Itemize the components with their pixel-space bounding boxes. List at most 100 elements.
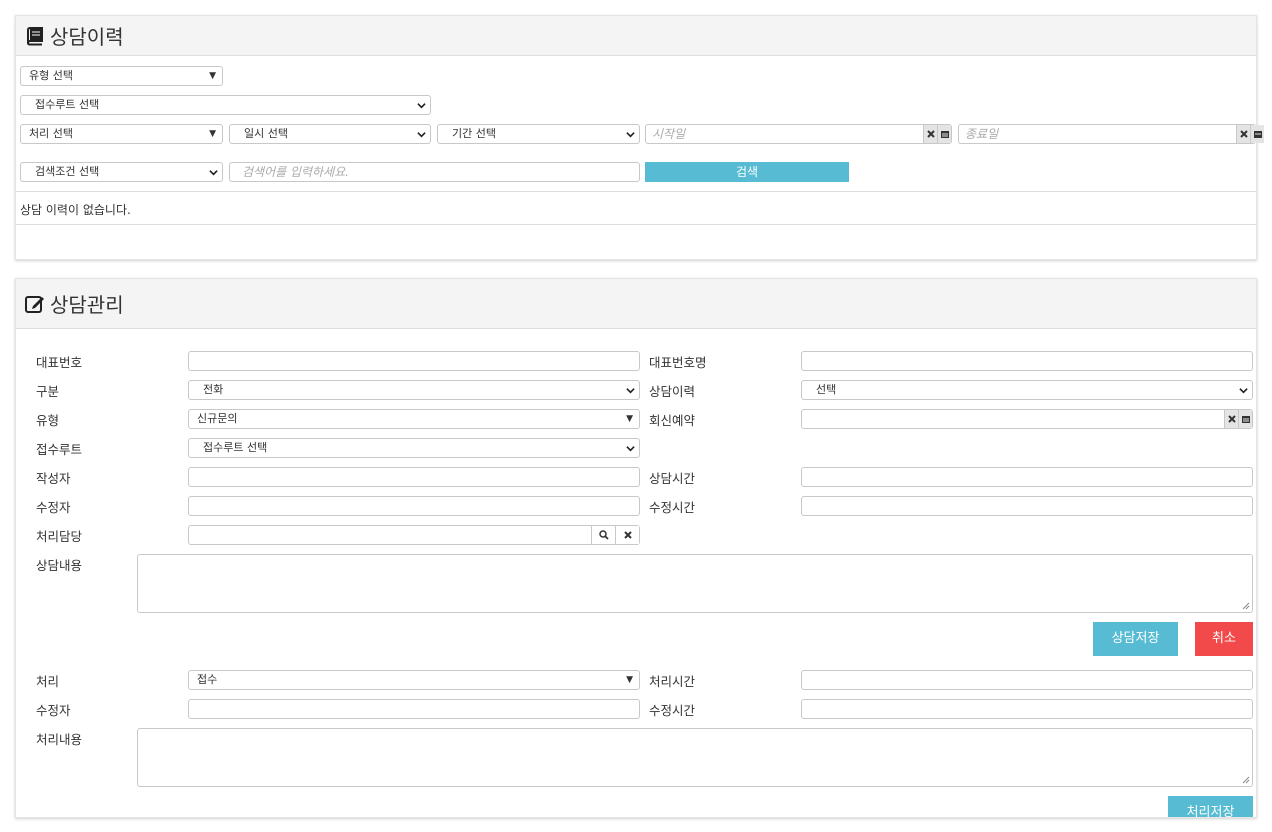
cancel-label: 취소 [1212,631,1236,646]
content-textarea[interactable] [137,554,1253,613]
content-label: 상담내용 [36,558,83,573]
history-label: 상담이력 [649,384,696,399]
start-date-input[interactable]: 시작일 [645,124,952,144]
consult-time-input[interactable] [801,467,1253,487]
route-manage-select[interactable]: 접수루트 선택 [188,438,640,458]
manage-title: 상담관리 [50,293,124,317]
handler-search-button[interactable] [591,526,615,544]
caret-down-icon: ▼ [209,71,216,81]
empty-history-message: 상담 이력이 없습니다. [20,203,131,217]
history-select-value: 선택 [816,383,837,396]
calendar-icon [1241,416,1250,423]
end-date-placeholder: 종료일 [965,127,999,141]
end-calendar-button[interactable] [1250,125,1264,143]
close-icon [1227,415,1236,423]
close-icon [623,531,632,539]
consult-time-label: 상담시간 [649,471,696,486]
category-label: 구분 [36,384,60,399]
clear-end-date-button[interactable] [1236,125,1250,143]
divider [16,191,1256,192]
process-time-input[interactable] [801,670,1253,690]
period-select[interactable]: 기간 선택 [437,124,640,144]
datetime-select-value: 일시 선택 [244,127,288,140]
divider [16,224,1256,225]
category-select[interactable]: 전화 [188,380,640,400]
edit-icon [24,293,46,315]
calendar-icon [1253,131,1262,138]
process-select-value: 처리 선택 [29,127,73,140]
process-manage-select[interactable]: 접수 ▼ [188,670,640,690]
process-edit-time-input[interactable] [801,699,1253,719]
chevron-down-icon [417,132,426,138]
resize-grip-icon [1242,602,1250,610]
chevron-down-icon [417,103,426,109]
history-select[interactable]: 선택 [801,380,1253,400]
route-select-value: 접수루트 선택 [35,98,100,111]
chevron-down-icon [626,388,635,394]
search-icon [598,530,609,540]
chevron-down-icon [626,132,635,138]
datetime-select[interactable]: 일시 선택 [229,124,431,144]
route-label: 접수루트 [36,442,83,457]
callback-label: 회신예약 [649,413,696,428]
category-select-value: 전화 [203,383,224,396]
manage-panel-header: 상담관리 [16,279,1256,329]
process-manage-select-value: 접수 [197,673,218,686]
process-editor-input[interactable] [188,699,640,719]
handler-input[interactable] [188,525,640,545]
history-panel-header: 상담이력 [16,16,1256,56]
search-placeholder: 검색어를 입력하세요. [242,165,349,179]
route-manage-select-value: 접수루트 선택 [203,441,268,454]
end-date-input[interactable]: 종료일 [958,124,1264,144]
type-manage-select[interactable]: 신규문의 ▼ [188,409,640,429]
rep-number-input[interactable] [188,351,640,371]
close-icon [1239,130,1248,138]
type-select[interactable]: 유형 선택 ▼ [20,66,223,86]
cancel-button[interactable]: 취소 [1195,622,1253,656]
process-edit-time-label: 수정시간 [649,703,696,718]
editor-input[interactable] [188,496,640,516]
start-calendar-button[interactable] [937,125,951,143]
type-select-value: 유형 선택 [29,69,73,82]
callback-input[interactable] [801,409,1253,429]
handler-clear-button[interactable] [615,526,639,544]
close-icon [926,130,935,138]
editor-label: 수정자 [36,500,71,515]
history-panel: 상담이력 유형 선택 ▼ 접수루트 선택 처리 선택 ▼ 일시 선택 기간 선택… [15,15,1264,260]
edit-time-input[interactable] [801,496,1253,516]
process-editor-label: 수정자 [36,703,71,718]
process-time-label: 처리시간 [649,674,696,689]
callback-calendar-button[interactable] [1238,410,1252,428]
search-button-label: 검색 [735,165,759,179]
history-title: 상담이력 [50,25,124,49]
process-content-label: 처리내용 [36,732,83,747]
rep-number-label: 대표번호 [36,355,83,370]
clear-callback-button[interactable] [1224,410,1238,428]
type-label: 유형 [36,413,60,428]
save-consult-button[interactable]: 상담저장 [1093,622,1178,656]
process-content-textarea[interactable] [137,728,1253,787]
route-select[interactable]: 접수루트 선택 [20,95,431,115]
author-label: 작성자 [36,471,71,486]
caret-down-icon: ▼ [626,414,633,424]
search-condition-value: 검색조건 선택 [35,165,100,178]
search-condition-select[interactable]: 검색조건 선택 [20,162,223,182]
search-input[interactable]: 검색어를 입력하세요. [229,162,640,182]
manage-panel: 상담관리 대표번호 대표번호명 구분 전화 상담이력 선택 유형 신규문의 ▼ … [15,278,1257,818]
calendar-icon [940,131,949,138]
period-select-value: 기간 선택 [452,127,496,140]
caret-down-icon: ▼ [209,129,216,139]
rep-number-name-input[interactable] [801,351,1253,371]
handler-label: 처리담당 [36,529,83,544]
author-input[interactable] [188,467,640,487]
search-button[interactable]: 검색 [645,162,849,182]
book-icon [24,25,46,47]
process-select[interactable]: 처리 선택 ▼ [20,124,223,144]
save-process-label: 처리저장 [1186,805,1235,818]
process-label: 처리 [36,674,60,689]
chevron-down-icon [209,170,218,176]
clear-start-date-button[interactable] [923,125,937,143]
type-manage-select-value: 신규문의 [197,412,238,425]
chevron-down-icon [626,446,635,452]
save-process-button[interactable]: 처리저장 [1168,796,1253,818]
